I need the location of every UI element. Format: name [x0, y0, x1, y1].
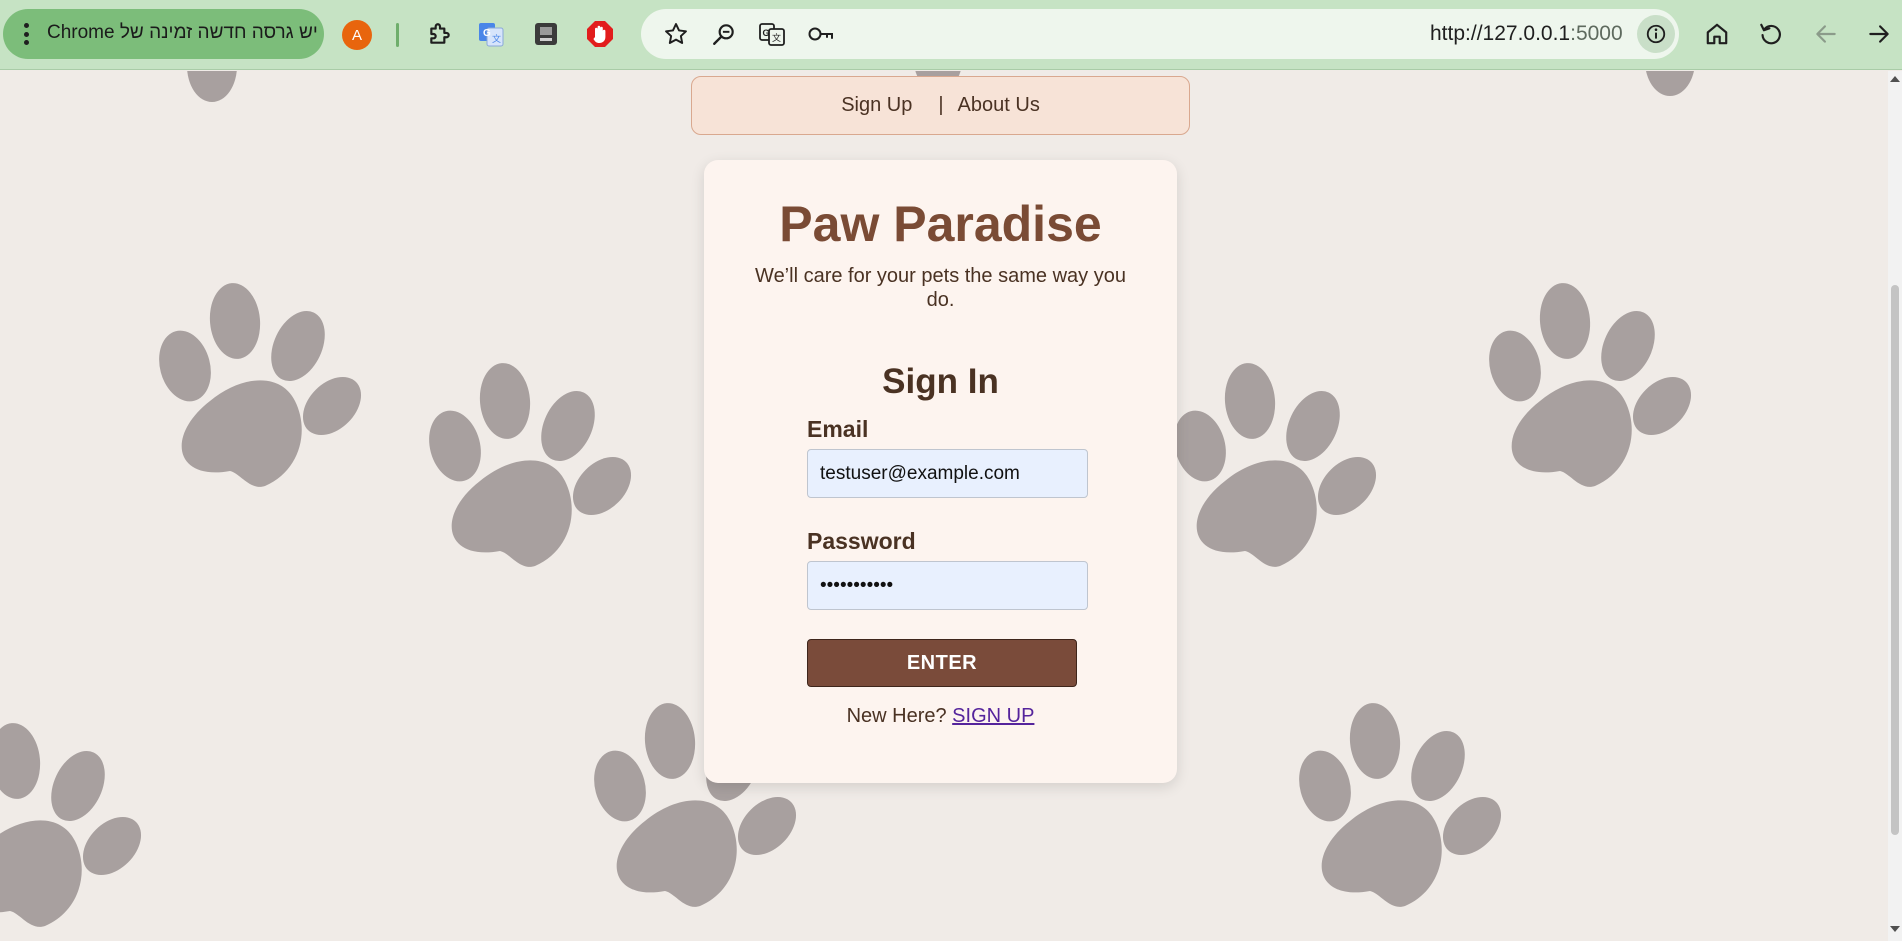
home-icon[interactable]	[1700, 17, 1734, 51]
browser-toolbar: יש גרסה חדשה זמינה של Chrome A G文 G文 htt…	[0, 0, 1902, 70]
adblock-icon[interactable]	[583, 17, 617, 51]
menu-dots-icon[interactable]	[23, 23, 29, 45]
signin-heading: Sign In	[882, 362, 999, 401]
reload-icon[interactable]	[1754, 17, 1788, 51]
extension-app-icon[interactable]	[529, 17, 563, 51]
toolbar-divider	[396, 23, 399, 47]
profile-avatar[interactable]: A	[342, 20, 372, 50]
scrollbar-thumb[interactable]	[1891, 285, 1899, 835]
signup-prompt: New Here? SIGN UP	[704, 705, 1177, 728]
url-port: :5000	[1570, 22, 1623, 45]
signup-link[interactable]: SIGN UP	[952, 705, 1034, 727]
chrome-update-button[interactable]: יש גרסה חדשה זמינה של Chrome	[3, 9, 324, 59]
extensions-icon[interactable]	[423, 17, 457, 51]
nav-about-link[interactable]: About Us	[958, 94, 1040, 117]
email-label: Email	[807, 416, 869, 442]
forward-arrow-icon[interactable]	[1862, 17, 1896, 51]
enter-button[interactable]: ENTER	[807, 639, 1077, 687]
email-field[interactable]	[807, 449, 1088, 498]
tagline: We’ll care for your pets the same way yo…	[755, 265, 1126, 311]
site-info-icon[interactable]	[1637, 15, 1675, 53]
svg-text:G: G	[483, 28, 491, 39]
bookmark-star-icon[interactable]	[659, 17, 693, 51]
nav-signup-link[interactable]: Sign Up	[841, 94, 912, 117]
password-key-icon[interactable]	[803, 17, 837, 51]
url-text: http://127.0.0.1:5000	[1430, 22, 1623, 46]
svg-text:文: 文	[772, 32, 781, 44]
zoom-icon[interactable]	[707, 17, 741, 51]
scroll-down-arrow-icon[interactable]	[1890, 926, 1900, 932]
brand-title: Paw Paradise	[779, 196, 1102, 252]
update-banner-text: יש גרסה חדשה זמינה של Chrome	[47, 22, 318, 43]
password-label: Password	[807, 528, 916, 554]
translate-page-icon[interactable]: G文	[755, 17, 789, 51]
new-here-text: New Here?	[846, 705, 947, 727]
url-host: http://127.0.0.1	[1430, 22, 1571, 45]
google-translate-icon[interactable]: G文	[474, 17, 508, 51]
signin-card: Paw Paradise We’ll care for your pets th…	[704, 160, 1177, 783]
nav-separator: |	[938, 94, 944, 116]
svg-text:G: G	[763, 28, 770, 38]
back-arrow-icon[interactable]	[1809, 17, 1843, 51]
top-nav: Sign Up | About Us	[691, 76, 1190, 135]
scroll-up-arrow-icon[interactable]	[1890, 76, 1900, 82]
svg-text:文: 文	[492, 33, 501, 44]
password-field[interactable]	[807, 561, 1088, 610]
